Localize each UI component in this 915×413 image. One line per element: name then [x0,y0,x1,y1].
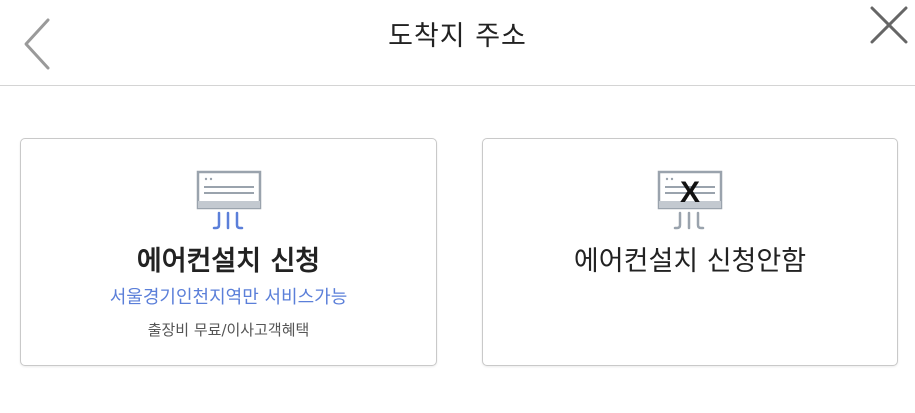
card-title: 에어컨설치 신청 [136,246,321,277]
air-conditioner-icon [196,170,261,230]
header: 도착지 주소 [0,0,915,86]
ac-install-decline-card[interactable]: X 에어컨설치 신청안함 [482,138,898,366]
card-title: 에어컨설치 신청안함 [573,246,807,277]
close-icon [870,6,908,44]
ac-install-apply-card[interactable]: 에어컨설치 신청 서울경기인천지역만 서비스가능 출장비 무료/이사고객혜택 [20,138,437,366]
cross-mark: X [680,176,700,209]
page-title: 도착지 주소 [388,21,527,52]
benefit-text: 출장비 무료/이사고객혜택 [147,321,310,339]
close-button[interactable] [866,4,910,48]
air-conditioner-crossed-icon: X [657,170,723,230]
service-area-text: 서울경기인천지역만 서비스가능 [109,287,348,308]
